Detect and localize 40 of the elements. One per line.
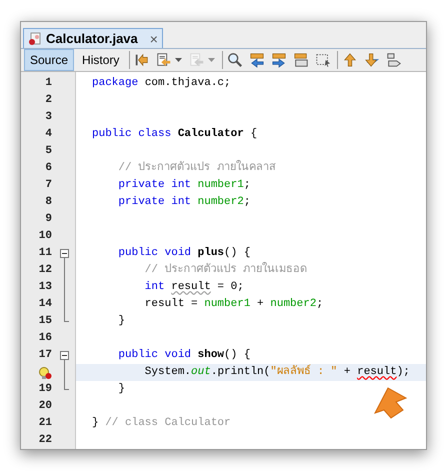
line-number: 3: [45, 110, 52, 126]
view-tab[interactable]: History: [76, 49, 126, 71]
line-number: 22: [38, 433, 52, 448]
code-line: result = number1 + number2;: [144, 297, 324, 312]
line-number: 20: [38, 399, 52, 414]
line-number: 2: [45, 93, 52, 108]
tab-title: Calculator.java: [46, 30, 138, 48]
line-number: 17: [38, 348, 52, 364]
code-line: private int number1;: [117, 178, 250, 194]
line-number: 5: [45, 144, 52, 160]
code-line: int result = 0;: [144, 280, 244, 296]
line-number: 6: [45, 161, 52, 176]
line-number: 9: [45, 212, 52, 228]
line-number: 11: [38, 246, 52, 262]
line-number: 19: [38, 382, 52, 398]
line-number: 12: [38, 263, 52, 278]
line-number: 21: [38, 416, 52, 432]
line-number: 10: [38, 229, 52, 244]
code-line: } // class Calculator: [92, 416, 231, 432]
line-number: 15: [38, 314, 52, 330]
line-number: 7: [45, 178, 52, 194]
line-number: 14: [38, 297, 52, 312]
code-line: }: [117, 314, 126, 330]
view-tab[interactable]: Source: [24, 49, 74, 71]
line-number: 16: [38, 331, 52, 346]
code-line: }: [117, 382, 126, 398]
code-line: public class Calculator {: [92, 127, 258, 142]
close-button[interactable]: ×: [150, 32, 158, 46]
code-line: // ประกาศตัวแปร ภายในคลาส: [117, 160, 276, 176]
line-number: 13: [38, 280, 52, 296]
line-number: 1: [45, 76, 52, 92]
code-line: public void show() {: [117, 348, 250, 364]
line-number: 4: [45, 127, 52, 142]
code-line: public void plus() {: [117, 246, 250, 262]
code-line: package com.thjava.c;: [92, 76, 231, 92]
line-number: 8: [45, 195, 52, 210]
code-line: private int number2;: [117, 195, 250, 210]
file-tab[interactable]: Calculator.java ×: [23, 28, 163, 48]
code-line: // ประกาศตัวแปร ภายในเมธอด: [144, 262, 308, 278]
code-line: System.out.println("ผลลัพธ์ : " + result);: [144, 364, 410, 380]
